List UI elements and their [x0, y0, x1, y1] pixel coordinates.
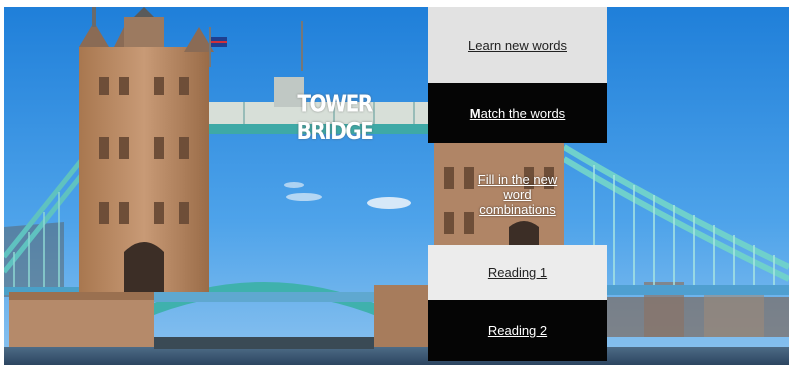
- menu-item-learn-new-words[interactable]: Learn new words: [428, 7, 607, 83]
- menu-item-label: Match the words: [469, 105, 566, 121]
- menu-item-label: Reading 2: [487, 323, 548, 338]
- lesson-screen: TOWER BRIDGE Learn new words Match the w…: [4, 7, 789, 365]
- menu-item-label: Fill in the new word combinations: [477, 171, 558, 217]
- activity-menu: Learn new words Match the words Fill in …: [428, 7, 607, 365]
- menu-item-reading-2[interactable]: Reading 2: [428, 300, 607, 361]
- scene-title: TOWER BRIDGE: [296, 89, 374, 145]
- menu-item-label: Reading 1: [487, 265, 548, 280]
- menu-item-fill-in-word-combinations[interactable]: Fill in the new word combinations: [428, 143, 607, 245]
- menu-item-label: Learn new words: [468, 37, 567, 53]
- menu-item-reading-1[interactable]: Reading 1: [428, 245, 607, 300]
- tower-bridge-photo: [4, 7, 789, 365]
- menu-item-match-the-words[interactable]: Match the words: [428, 83, 607, 143]
